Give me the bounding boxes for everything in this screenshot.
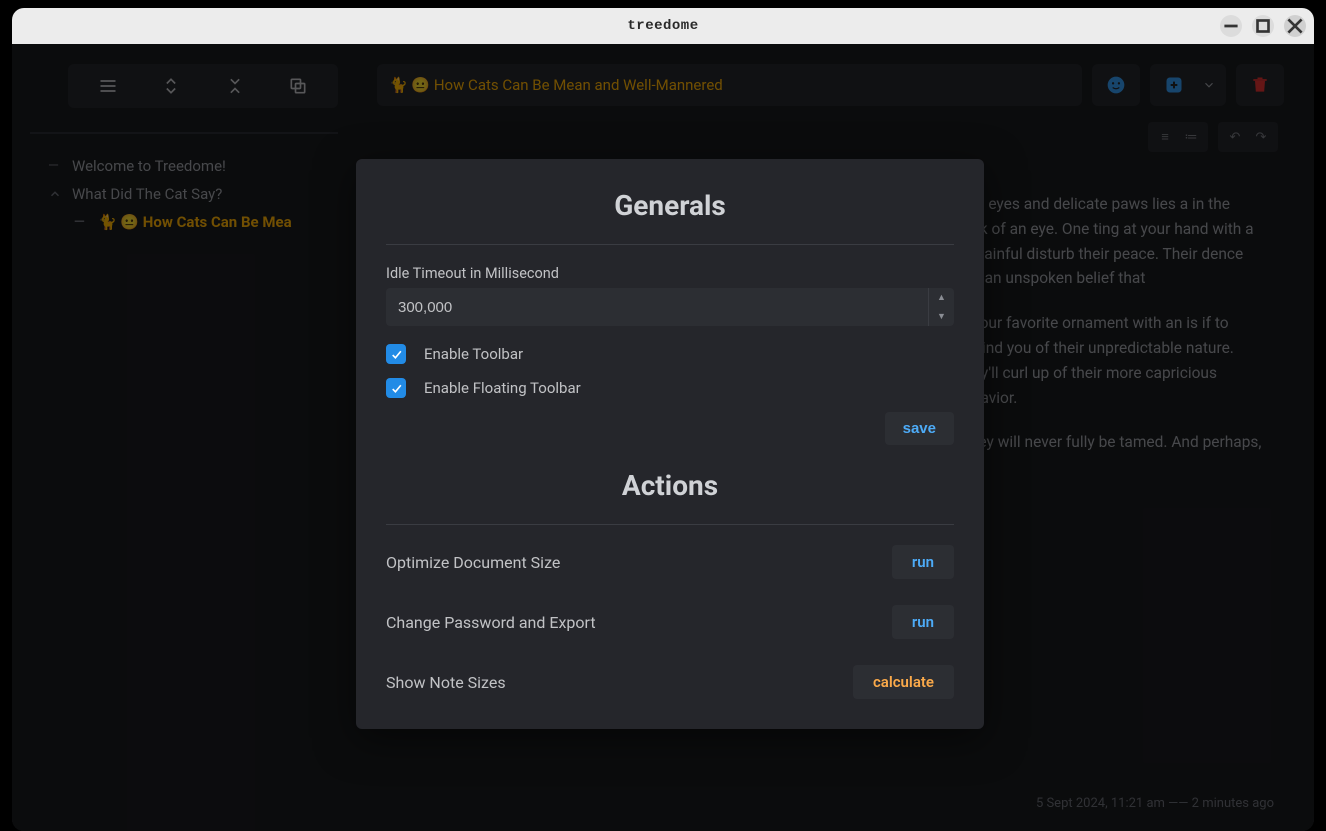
modal-section-title: Actions: [386, 469, 954, 502]
modal-section-title: Generals: [386, 189, 954, 222]
close-button[interactable]: [1284, 15, 1306, 37]
enable-toolbar-label: Enable Toolbar: [424, 345, 523, 363]
settings-modal: Generals Idle Timeout in Millisecond ▲ ▼…: [356, 159, 984, 729]
action-label: Change Password and Export: [386, 613, 596, 632]
action-label: Show Note Sizes: [386, 673, 506, 692]
change-password-run-button[interactable]: run: [892, 605, 954, 639]
idle-timeout-input-wrap: ▲ ▼: [386, 288, 954, 326]
stepper-up-icon[interactable]: ▲: [929, 288, 954, 307]
divider: [386, 244, 954, 245]
action-label: Optimize Document Size: [386, 553, 560, 572]
enable-floating-toolbar-label: Enable Floating Toolbar: [424, 379, 581, 397]
stepper-down-icon[interactable]: ▼: [929, 307, 954, 326]
save-button[interactable]: save: [885, 412, 954, 445]
idle-timeout-label: Idle Timeout in Millisecond: [386, 265, 954, 282]
enable-toolbar-checkbox[interactable]: [386, 344, 406, 364]
divider: [386, 524, 954, 525]
maximize-button[interactable]: [1252, 15, 1274, 37]
show-note-sizes-calculate-button[interactable]: calculate: [853, 665, 954, 699]
window-title: treedome: [627, 18, 698, 34]
minimize-button[interactable]: [1220, 15, 1242, 37]
enable-floating-toolbar-checkbox[interactable]: [386, 378, 406, 398]
optimize-run-button[interactable]: run: [892, 545, 954, 579]
titlebar: treedome: [12, 8, 1314, 44]
idle-timeout-input[interactable]: [386, 288, 928, 326]
